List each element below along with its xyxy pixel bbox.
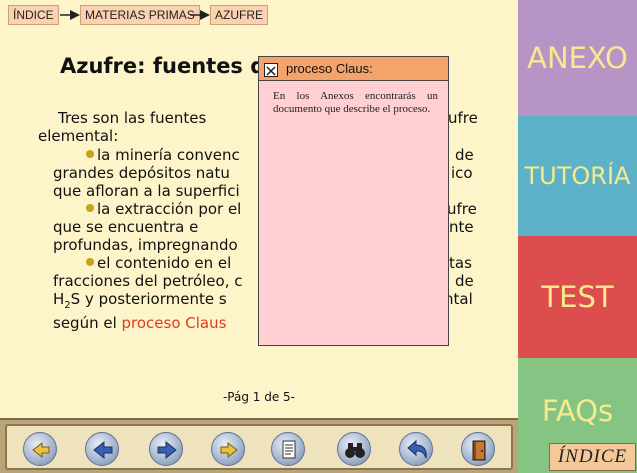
list-item: el contenido en el (86, 254, 231, 272)
page-indicator: -Pág 1 de 5- (222, 390, 296, 404)
list-item: la minería convenc (86, 146, 240, 164)
text-line: profundas, impregnando (53, 236, 238, 254)
text-line: nte (449, 218, 474, 236)
text-line: tas (449, 254, 472, 272)
prev-page-icon[interactable] (85, 432, 119, 466)
breadcrumb-materias-primas[interactable]: MATERIAS PRIMAS (80, 5, 200, 25)
text-line: ufre (447, 200, 477, 218)
popup-header: proceso Claus: (259, 57, 448, 81)
search-binoculars-icon[interactable] (337, 432, 371, 466)
text-line: que afloran a la superfici (53, 182, 240, 200)
page-title: Azufre: fuentes d (60, 54, 266, 78)
popup-title: proceso Claus: (286, 61, 373, 76)
tab-test[interactable]: TEST (518, 236, 637, 358)
breadcrumb-indice[interactable]: ÍNDICE (8, 5, 59, 25)
toolbar-inner (5, 424, 513, 470)
tab-anexo[interactable]: ANEXO (518, 0, 637, 116)
close-icon[interactable] (264, 63, 278, 77)
text-line: de (455, 146, 474, 164)
exit-door-icon[interactable] (461, 432, 495, 466)
popup-window: proceso Claus: En los Anexos encontrarás… (258, 56, 449, 346)
text-line: que se encuentra e (53, 218, 199, 236)
bullet-icon (86, 258, 94, 266)
text-line: grandes depósitos natu (53, 164, 230, 182)
back-icon[interactable] (399, 432, 433, 466)
breadcrumb-arrow-icon (190, 10, 210, 20)
proceso-claus-link[interactable]: proceso Claus (122, 314, 227, 332)
bullet-icon (86, 204, 94, 212)
notes-icon[interactable] (271, 432, 305, 466)
text-line: ico (451, 164, 473, 182)
text-line: fracciones del petróleo, c (53, 272, 243, 290)
text-line: Tres son las fuentes (58, 109, 207, 127)
last-page-icon[interactable] (211, 432, 245, 466)
text-line: según el proceso Claus (53, 314, 227, 332)
popup-body: En los Anexos encontrarás un documento q… (273, 90, 438, 115)
bullet-icon (86, 150, 94, 158)
next-page-icon[interactable] (149, 432, 183, 466)
text-line: elemental: (38, 127, 119, 145)
first-page-icon[interactable] (23, 432, 57, 466)
breadcrumb-azufre[interactable]: AZUFRE (210, 5, 268, 25)
indice-button[interactable]: ÍNDICE (549, 443, 636, 471)
tab-tutoria[interactable]: TUTORÍA (518, 116, 637, 236)
text-line: H2S y posteriormente s (53, 290, 227, 311)
text-line: de (455, 272, 474, 290)
navigation-toolbar (0, 418, 518, 473)
list-item: la extracción por el (86, 200, 241, 218)
text-line: ufre (448, 109, 478, 127)
breadcrumb-arrow-icon (60, 10, 80, 20)
